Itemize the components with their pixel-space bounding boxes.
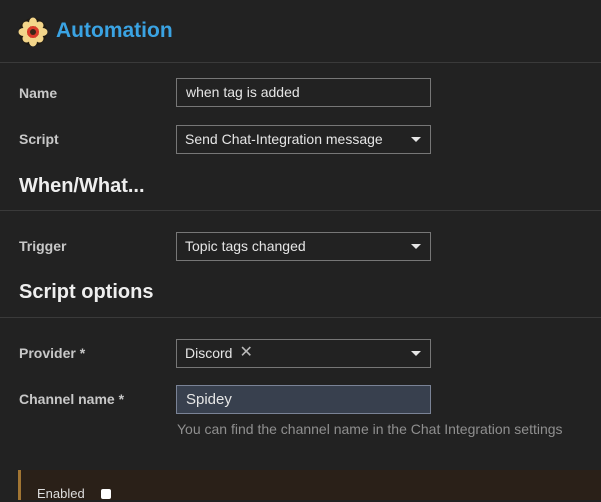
clear-selection-icon[interactable]: ✕ <box>239 340 252 366</box>
provider-select-value: Discord <box>185 345 233 361</box>
chevron-down-icon <box>411 244 421 249</box>
name-input[interactable]: when tag is added <box>176 78 431 107</box>
name-label: Name <box>19 85 58 101</box>
page-header: Automation <box>0 0 601 63</box>
trigger-label: Trigger <box>19 238 67 254</box>
trigger-select-value: Topic tags changed <box>185 238 306 254</box>
chevron-down-icon <box>411 351 421 356</box>
chevron-down-icon <box>411 137 421 142</box>
section-divider <box>0 317 601 318</box>
enabled-checkbox[interactable] <box>101 489 111 499</box>
page-title: Automation <box>56 19 173 42</box>
provider-label: Provider * <box>19 345 86 361</box>
script-select[interactable]: Send Chat-Integration message <box>176 125 431 154</box>
channel-name-input[interactable]: Spidey <box>176 385 431 414</box>
trigger-select[interactable]: Topic tags changed <box>176 232 431 261</box>
script-select-value: Send Chat-Integration message <box>185 131 383 147</box>
channel-help-text: You can find the channel name in the Cha… <box>177 421 563 437</box>
when-what-heading: When/What... <box>19 175 145 197</box>
script-label: Script <box>19 131 59 147</box>
script-options-heading: Script options <box>19 281 154 303</box>
enabled-panel: Enabled <box>18 470 601 501</box>
channel-name-label: Channel name * <box>19 391 125 407</box>
section-divider <box>0 210 601 211</box>
provider-select[interactable]: Discord ✕ <box>176 339 431 368</box>
gear-flower-icon <box>18 17 48 47</box>
